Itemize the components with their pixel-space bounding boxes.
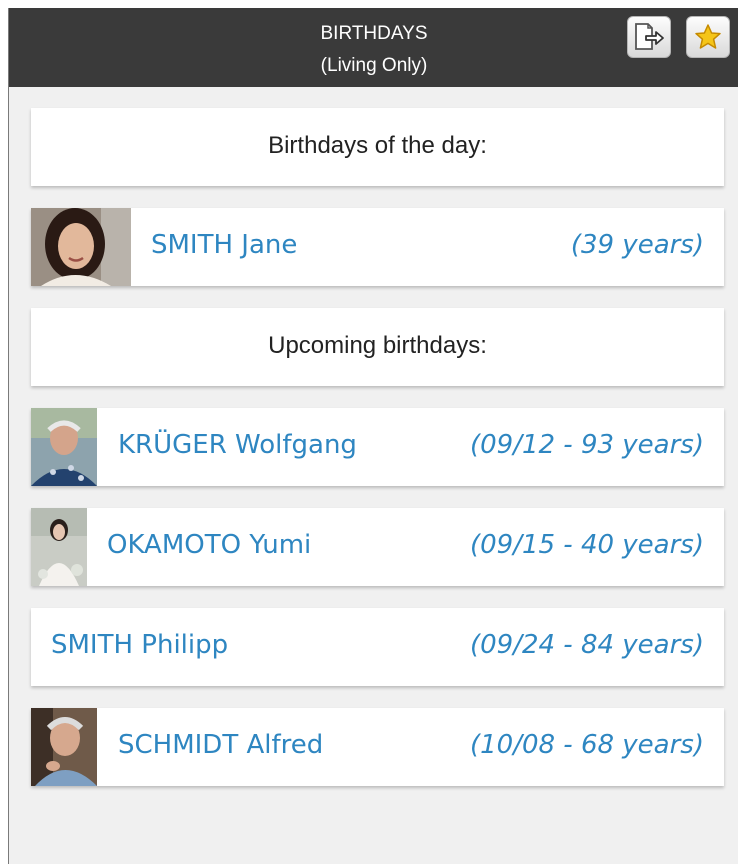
person-card[interactable]: OKAMOTO Yumi (09/15 - 40 years) xyxy=(31,508,724,586)
person-card[interactable]: SMITH Philipp (09/24 - 84 years) xyxy=(31,608,724,686)
star-icon xyxy=(695,24,721,49)
today-section-title: Birthdays of the day: xyxy=(268,132,487,159)
upcoming-section-title: Upcoming birthdays: xyxy=(268,332,487,359)
today-section-header: Birthdays of the day: xyxy=(31,108,724,186)
birthdays-panel: BIRTHDAYS (Living Only) Birthdays of the… xyxy=(8,8,738,864)
person-name[interactable]: KRÜGER Wolfgang xyxy=(118,430,357,460)
person-name[interactable]: SMITH Jane xyxy=(151,230,297,260)
person-birthday-info: (10/08 - 68 years) xyxy=(469,730,704,760)
upcoming-section-header: Upcoming birthdays: xyxy=(31,308,724,386)
person-birthday-info: (09/12 - 93 years) xyxy=(469,430,704,460)
avatar xyxy=(31,508,87,586)
person-name[interactable]: SCHMIDT Alfred xyxy=(118,730,323,760)
panel-header: BIRTHDAYS (Living Only) xyxy=(9,8,738,87)
header-subtitle: (Living Only) xyxy=(320,55,428,76)
export-button[interactable] xyxy=(627,16,671,58)
person-age: (39 years) xyxy=(570,230,704,260)
avatar xyxy=(31,708,97,786)
person-birthday-info: (09/15 - 40 years) xyxy=(469,530,704,560)
person-name[interactable]: OKAMOTO Yumi xyxy=(107,530,311,560)
person-card[interactable]: KRÜGER Wolfgang (09/12 - 93 years) xyxy=(31,408,724,486)
export-icon xyxy=(635,23,664,50)
person-card[interactable]: SMITH Jane (39 years) xyxy=(31,208,724,286)
person-birthday-info: (09/24 - 84 years) xyxy=(469,630,704,660)
person-card[interactable]: SCHMIDT Alfred (10/08 - 68 years) xyxy=(31,708,724,786)
avatar xyxy=(31,208,131,286)
person-name[interactable]: SMITH Philipp xyxy=(51,630,228,660)
favorite-button[interactable] xyxy=(686,16,730,58)
avatar xyxy=(31,408,97,486)
